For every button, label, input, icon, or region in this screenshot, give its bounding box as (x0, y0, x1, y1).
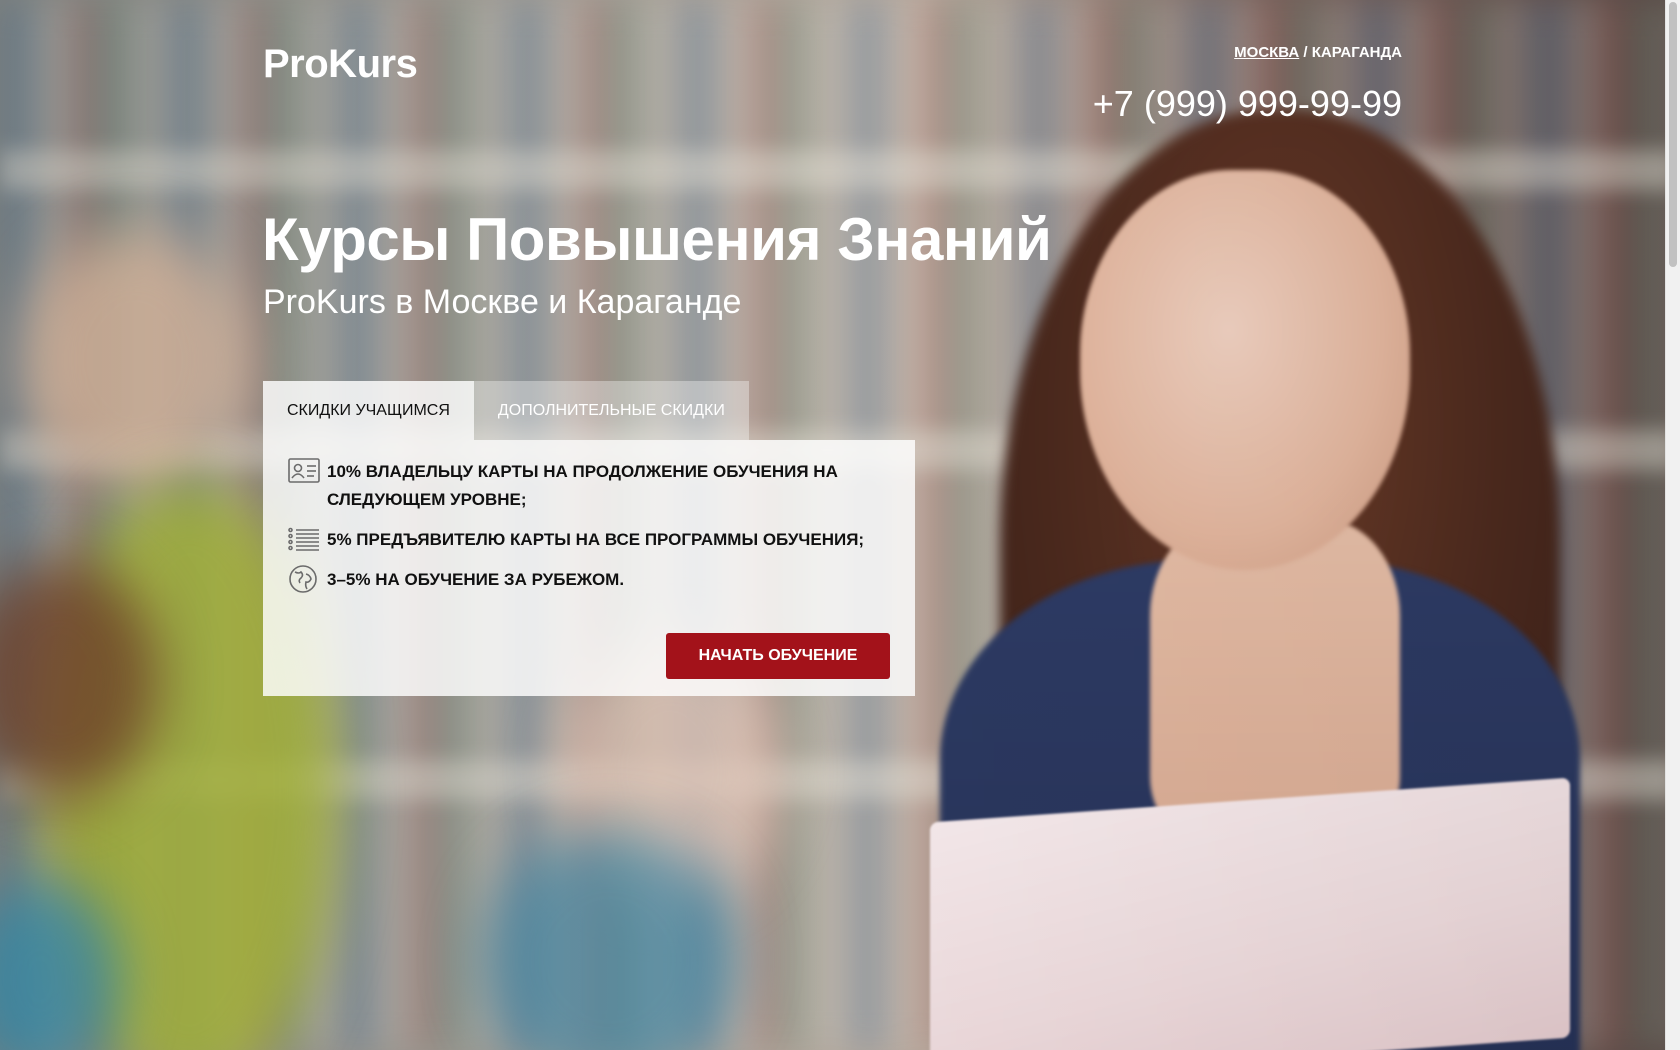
benefit-text: 3–5% НА ОБУЧЕНИЕ ЗА РУБЕЖОМ. (327, 570, 625, 589)
discount-tabs: СКИДКИ УЧАЩИМСЯ ДОПОЛНИТЕЛЬНЫЕ СКИДКИ (263, 381, 749, 440)
city-link-karaganda[interactable]: КАРАГАНДА (1312, 44, 1402, 61)
benefit-item: 3–5% НА ОБУЧЕНИЕ ЗА РУБЕЖОМ. (287, 564, 891, 594)
city-separator: / (1303, 44, 1308, 61)
start-learning-button[interactable]: НАЧАТЬ ОБУЧЕНИЕ (666, 633, 890, 679)
discount-panel: 10% ВЛАДЕЛЬЦУ КАРТЫ НА ПРОДОЛЖЕНИЕ ОБУЧЕ… (263, 440, 915, 696)
page-subtitle: ProKurs в Москве и Караганде (263, 283, 742, 321)
benefit-text: 5% ПРЕДЪЯВИТЕЛЮ КАРТЫ НА ВСЕ ПРОГРАММЫ О… (327, 530, 865, 549)
id-card-icon (287, 456, 321, 486)
page-title: Курсы Повышения Знаний (262, 206, 1052, 273)
tab-student-discounts[interactable]: СКИДКИ УЧАЩИМСЯ (263, 381, 474, 440)
city-switcher: МОСКВА / КАРАГАНДА (1234, 44, 1402, 61)
globe-icon (287, 564, 321, 594)
tab-additional-discounts[interactable]: ДОПОЛНИТЕЛЬНЫЕ СКИДКИ (473, 381, 749, 440)
site-logo[interactable]: ProKurs (263, 42, 418, 87)
benefit-text: 10% ВЛАДЕЛЬЦУ КАРТЫ НА ПРОДОЛЖЕНИЕ ОБУЧЕ… (327, 462, 838, 509)
benefit-item: 10% ВЛАДЕЛЬЦУ КАРТЫ НА ПРОДОЛЖЕНИЕ ОБУЧЕ… (287, 458, 891, 514)
city-link-moscow[interactable]: МОСКВА (1234, 44, 1299, 61)
list-icon (287, 524, 321, 554)
phone-number[interactable]: +7 (999) 999-99-99 (1093, 83, 1402, 125)
page-scrollbar[interactable] (1665, 0, 1680, 1050)
benefit-item: 5% ПРЕДЪЯВИТЕЛЮ КАРТЫ НА ВСЕ ПРОГРАММЫ О… (287, 526, 891, 554)
scrollbar-thumb[interactable] (1669, 2, 1677, 267)
